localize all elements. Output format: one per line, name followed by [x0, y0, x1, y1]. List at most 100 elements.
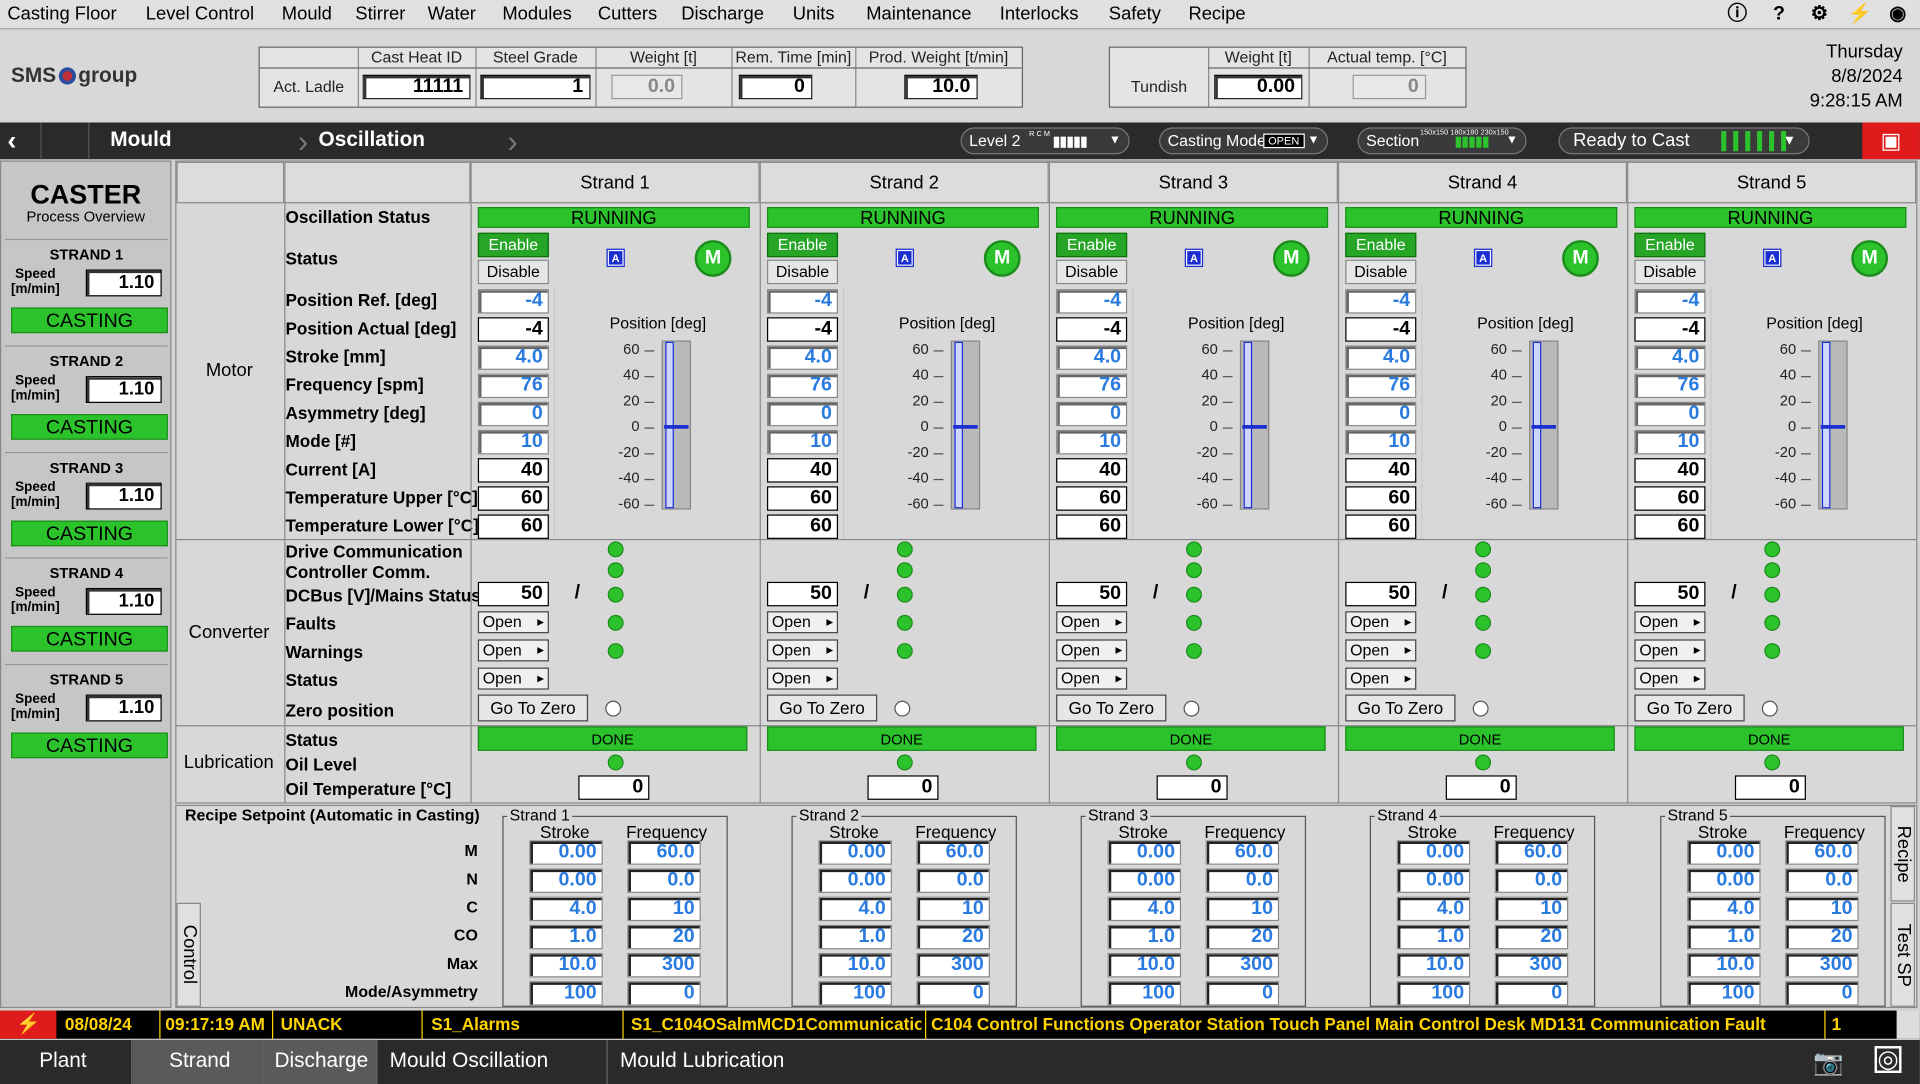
status-open-button[interactable]: Open: [1345, 667, 1417, 690]
warnings-open-button[interactable]: Open: [1634, 639, 1706, 662]
recipe-frequency-field[interactable]: 20: [627, 924, 701, 950]
recipe-stroke-field[interactable]: 4.0: [1107, 896, 1182, 922]
recipe-frequency-field[interactable]: 10: [1205, 896, 1280, 922]
gear-icon[interactable]: ⚙: [1806, 2, 1833, 26]
status-open-button[interactable]: Open: [766, 667, 839, 690]
menu-interlocks[interactable]: Interlocks: [1000, 4, 1079, 25]
tab-plant[interactable]: Plant: [0, 1039, 133, 1084]
tab-strand[interactable]: Strand: [132, 1039, 265, 1084]
stroke-field[interactable]: 4.0: [1056, 345, 1128, 370]
recipe-stroke-field[interactable]: 4.0: [1396, 896, 1471, 922]
asymmetry-field[interactable]: 0: [1634, 401, 1706, 427]
recipe-stroke-field[interactable]: 0.00: [1107, 840, 1182, 865]
recipe-stroke-field[interactable]: 0.00: [529, 868, 603, 893]
tab-test-sp[interactable]: Test SP: [1890, 902, 1915, 1007]
recipe-frequency-field[interactable]: 0.0: [916, 868, 990, 893]
status-open-button[interactable]: Open: [477, 667, 549, 690]
recipe-frequency-field[interactable]: 10: [1494, 896, 1569, 922]
faults-open-button[interactable]: Open: [766, 611, 839, 634]
prod-weight-field[interactable]: 10.0: [904, 74, 978, 100]
alarm-lightning-icon[interactable]: ⚡: [0, 1010, 57, 1039]
recipe-frequency-field[interactable]: 60.0: [1785, 840, 1859, 865]
side-strand-5[interactable]: STRAND 5 Speed [m/min] 1.10 CASTING: [4, 663, 168, 768]
recipe-stroke-field[interactable]: 4.0: [1687, 896, 1761, 922]
eye-icon[interactable]: ◉: [1884, 2, 1911, 26]
tab-control[interactable]: Control: [176, 902, 201, 1007]
rem-time-field[interactable]: 0: [738, 74, 813, 100]
recipe-stroke-field[interactable]: 100: [1687, 981, 1761, 1006]
recipe-stroke-field[interactable]: 1.0: [818, 924, 892, 950]
alarm-bar[interactable]: ⚡ 08/08/24 09:17:19 AM UNACK S1_Alarms S…: [0, 1010, 1920, 1039]
recipe-frequency-field[interactable]: 0.0: [1205, 868, 1280, 893]
mode-field[interactable]: 10: [1056, 429, 1128, 455]
recipe-stroke-field[interactable]: 0.00: [818, 868, 892, 893]
stroke-field[interactable]: 4.0: [477, 345, 549, 370]
warnings-open-button[interactable]: Open: [1345, 639, 1417, 662]
cast-heat-id-field[interactable]: 11111: [362, 74, 471, 100]
disable-button[interactable]: Disable: [766, 259, 839, 285]
enable-button[interactable]: Enable: [1056, 232, 1128, 258]
go-to-zero-button[interactable]: Go To Zero: [1056, 694, 1167, 722]
recipe-stroke-field[interactable]: 100: [818, 981, 892, 1006]
asymmetry-field[interactable]: 0: [1345, 401, 1417, 427]
recipe-stroke-field[interactable]: 0.00: [1107, 868, 1182, 893]
recipe-frequency-field[interactable]: 300: [1785, 952, 1859, 978]
enable-button[interactable]: Enable: [1345, 232, 1417, 258]
breadcrumb-mould[interactable]: Mould: [110, 127, 171, 151]
faults-open-button[interactable]: Open: [1634, 611, 1706, 634]
alarm-scrollbar[interactable]: [1896, 1010, 1920, 1039]
side-strand-4[interactable]: STRAND 4 Speed [m/min] 1.10 CASTING: [4, 557, 168, 661]
recipe-stroke-field[interactable]: 1.0: [1687, 924, 1761, 950]
asymmetry-field[interactable]: 0: [477, 401, 549, 427]
position-ref-field[interactable]: -4: [1056, 289, 1128, 314]
mode-field[interactable]: 10: [477, 429, 549, 455]
side-strand-3[interactable]: STRAND 3 Speed [m/min] 1.10 CASTING: [4, 451, 168, 556]
recipe-frequency-field[interactable]: 10: [627, 896, 701, 922]
frequency-field[interactable]: 76: [1056, 373, 1128, 399]
recipe-stroke-field[interactable]: 100: [1107, 981, 1182, 1006]
recipe-stroke-field[interactable]: 0.00: [529, 840, 603, 865]
recipe-stroke-field[interactable]: 10.0: [1687, 952, 1761, 978]
casting-mode-selector[interactable]: Casting Mode OPEN ▼: [1159, 127, 1329, 155]
faults-open-button[interactable]: Open: [1056, 611, 1128, 634]
recipe-stroke-field[interactable]: 0.00: [1396, 840, 1471, 865]
recipe-stroke-field[interactable]: 1.0: [529, 924, 603, 950]
recipe-stroke-field[interactable]: 1.0: [1107, 924, 1182, 950]
position-ref-field[interactable]: -4: [766, 289, 839, 314]
recipe-frequency-field[interactable]: 20: [1205, 924, 1280, 950]
lightning-icon[interactable]: ⚡: [1846, 2, 1873, 26]
frequency-field[interactable]: 76: [1345, 373, 1417, 399]
asymmetry-field[interactable]: 0: [1056, 401, 1128, 427]
recipe-frequency-field[interactable]: 20: [1785, 924, 1859, 950]
tab-mould-oscillation[interactable]: Mould Oscillation: [377, 1039, 608, 1084]
recipe-stroke-field[interactable]: 0.00: [818, 840, 892, 865]
camera-icon[interactable]: 📷: [1813, 1047, 1844, 1078]
frequency-field[interactable]: 76: [477, 373, 549, 399]
recipe-frequency-field[interactable]: 20: [916, 924, 990, 950]
steel-grade-field[interactable]: 1: [480, 74, 591, 100]
back-arrow-icon[interactable]: ‹: [7, 125, 16, 157]
level-selector[interactable]: Level 2 R C M ▮▮▮▮▮ ▼: [960, 127, 1130, 155]
disable-button[interactable]: Disable: [477, 259, 549, 285]
ready-to-cast-selector[interactable]: Ready to Cast ▍▍▍▍▍▍ ▼: [1558, 127, 1810, 155]
warnings-open-button[interactable]: Open: [477, 639, 549, 662]
recipe-frequency-field[interactable]: 0: [1785, 981, 1859, 1006]
recipe-frequency-field[interactable]: 0: [916, 981, 990, 1006]
recipe-stroke-field[interactable]: 1.0: [1396, 924, 1471, 950]
recipe-frequency-field[interactable]: 10: [916, 896, 990, 922]
warnings-open-button[interactable]: Open: [766, 639, 839, 662]
mode-field[interactable]: 10: [766, 429, 839, 455]
menu-safety[interactable]: Safety: [1109, 4, 1161, 25]
faults-open-button[interactable]: Open: [1345, 611, 1417, 634]
disable-button[interactable]: Disable: [1345, 259, 1417, 285]
faults-open-button[interactable]: Open: [477, 611, 549, 634]
recipe-frequency-field[interactable]: 60.0: [1205, 840, 1280, 865]
recipe-frequency-field[interactable]: 0: [1205, 981, 1280, 1006]
side-strand-1[interactable]: STRAND 1 Speed [m/min] 1.10 CASTING: [4, 238, 168, 343]
recipe-stroke-field[interactable]: 100: [1396, 981, 1471, 1006]
stroke-field[interactable]: 4.0: [1345, 345, 1417, 370]
section-selector[interactable]: Section 150x150 180x180 230x150 ▮▮▮▮▮ ▼: [1357, 127, 1527, 155]
warnings-open-button[interactable]: Open: [1056, 639, 1128, 662]
menu-units[interactable]: Units: [793, 4, 835, 25]
menu-level-control[interactable]: Level Control: [146, 4, 254, 25]
